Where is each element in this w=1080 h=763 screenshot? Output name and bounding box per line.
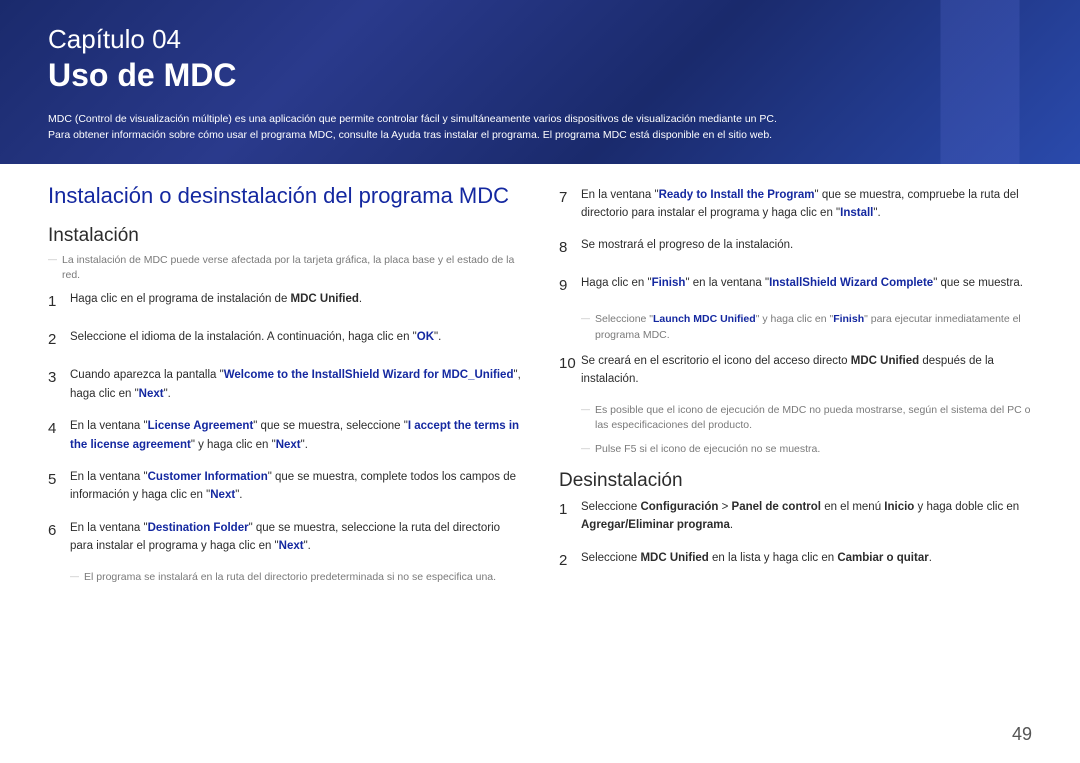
intro-line-2: Para obtener información sobre cómo usar… bbox=[48, 128, 1032, 144]
intro-line-1: MDC (Control de visualización múltiple) … bbox=[48, 112, 1032, 128]
chapter-header: Capítulo 04 Uso de MDC MDC (Control de v… bbox=[0, 0, 1080, 164]
subsection-uninstall: Desinstalación bbox=[559, 470, 1032, 492]
left-column: Instalación o desinstalación del program… bbox=[48, 182, 521, 594]
step-num-7: 7 bbox=[559, 186, 581, 223]
step-3: 3 Cuando aparezca la pantalla "Welcome t… bbox=[48, 366, 521, 403]
step-num-10: 10 bbox=[559, 352, 581, 389]
chapter-label: Capítulo 04 bbox=[48, 24, 1032, 55]
step-num-6: 6 bbox=[48, 519, 70, 556]
subsection-install: Instalación bbox=[48, 225, 521, 247]
chapter-title: Uso de MDC bbox=[48, 57, 1032, 94]
step-9: 9 Haga clic en "Finish" en la ventana "I… bbox=[559, 274, 1032, 298]
step-num-5: 5 bbox=[48, 468, 70, 505]
uninstall-step-1: 1 Seleccione Configuración > Panel de co… bbox=[559, 498, 1032, 535]
step-num-2: 2 bbox=[48, 328, 70, 352]
step-10-note-2: Pulse F5 si el icono de ejecución no se … bbox=[581, 442, 1032, 458]
step-7: 7 En la ventana "Ready to Install the Pr… bbox=[559, 186, 1032, 223]
uninstall-step-2: 2 Seleccione MDC Unified en la lista y h… bbox=[559, 549, 1032, 573]
step-8: 8 Se mostrará el progreso de la instalac… bbox=[559, 236, 1032, 260]
install-note: La instalación de MDC puede verse afecta… bbox=[48, 253, 521, 282]
step-num-9: 9 bbox=[559, 274, 581, 298]
right-column: 7 En la ventana "Ready to Install the Pr… bbox=[559, 182, 1032, 594]
page-number: 49 bbox=[1012, 724, 1032, 745]
step-5: 5 En la ventana "Customer Information" q… bbox=[48, 468, 521, 505]
uninstall-num-1: 1 bbox=[559, 498, 581, 535]
step-num-1: 1 bbox=[48, 290, 70, 314]
content-columns: Instalación o desinstalación del program… bbox=[0, 164, 1080, 594]
step-num-8: 8 bbox=[559, 236, 581, 260]
uninstall-num-2: 2 bbox=[559, 549, 581, 573]
step-6: 6 En la ventana "Destination Folder" que… bbox=[48, 519, 521, 556]
step-6-note: El programa se instalará en la ruta del … bbox=[70, 570, 521, 586]
step-9-note: Seleccione "Launch MDC Unified" y haga c… bbox=[581, 312, 1032, 344]
step-10-note-1: Es posible que el icono de ejecución de … bbox=[581, 403, 1032, 435]
step-4: 4 En la ventana "License Agreement" que … bbox=[48, 417, 521, 454]
step-num-3: 3 bbox=[48, 366, 70, 403]
step-2: 2 Seleccione el idioma de la instalación… bbox=[48, 328, 521, 352]
step-num-4: 4 bbox=[48, 417, 70, 454]
step-1: 1 Haga clic en el programa de instalació… bbox=[48, 290, 521, 314]
section-install-uninstall: Instalación o desinstalación del program… bbox=[48, 182, 521, 210]
step-10: 10 Se creará en el escritorio el icono d… bbox=[559, 352, 1032, 389]
